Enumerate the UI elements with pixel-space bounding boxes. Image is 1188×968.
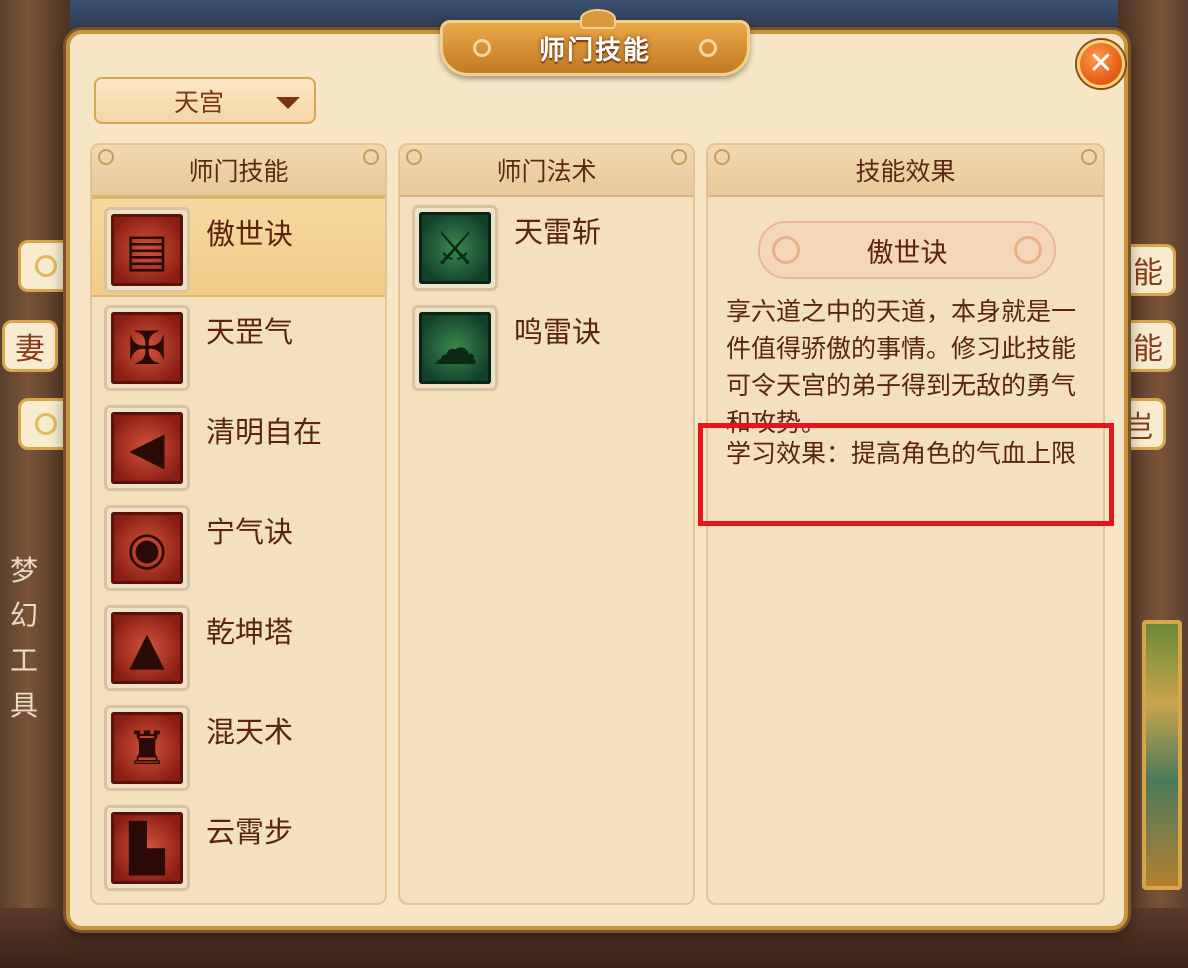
effect-skill-title: 傲世诀 bbox=[758, 221, 1056, 279]
highlight-annotation-box bbox=[698, 423, 1114, 526]
swirl-icon bbox=[98, 149, 114, 165]
skill-name: 傲世诀 bbox=[206, 217, 294, 251]
side-tab-left-2[interactable]: 妻 bbox=[2, 320, 58, 372]
skill-row-qiankunta[interactable]: ▲ 乾坤塔 bbox=[92, 597, 385, 697]
skill-row-aoshijue[interactable]: ▤ 傲世诀 bbox=[92, 197, 385, 297]
swirl-icon bbox=[363, 149, 379, 165]
swirl-icon bbox=[473, 39, 491, 57]
faction-dropdown-value: 天宫 bbox=[174, 87, 225, 117]
skill-name: 宁气诀 bbox=[206, 515, 294, 549]
effect-description: 享六道之中的天道，本身就是一件值得骄傲的事情。修习此技能可令天宫的弟子得到无敌的… bbox=[726, 297, 1077, 437]
cloud-lightning-icon: ☁ bbox=[412, 305, 498, 391]
skill-name: 清明自在 bbox=[206, 415, 323, 449]
swirl-icon bbox=[35, 255, 57, 277]
title-plate: 师门技能 bbox=[440, 9, 750, 76]
swirl-icon bbox=[699, 39, 717, 57]
swirl-icon bbox=[714, 149, 730, 165]
tower-icon: ♜ bbox=[104, 705, 190, 791]
swirl-icon bbox=[406, 149, 422, 165]
chevron-down-icon bbox=[276, 97, 300, 109]
spell-name: 鸣雷诀 bbox=[514, 315, 602, 349]
watermark-text: 梦幻工具 bbox=[9, 554, 38, 722]
scroll-gate-icon: ▤ bbox=[104, 207, 190, 293]
spell-row-tianleizhan[interactable]: ⚔ 天雷斩 bbox=[400, 197, 693, 297]
warrior-icon: ✠ bbox=[104, 305, 190, 391]
skill-name: 混天术 bbox=[206, 715, 294, 749]
effect-column-header: 技能效果 bbox=[708, 145, 1103, 197]
pagoda-icon: ▲ bbox=[104, 605, 190, 691]
swirl-icon bbox=[1081, 149, 1097, 165]
skills-column-header: 师门技能 bbox=[92, 145, 385, 197]
swirl-icon bbox=[671, 149, 687, 165]
skill-row-huntianshu[interactable]: ♜ 混天术 bbox=[92, 697, 385, 797]
spell-row-mingleijue[interactable]: ☁ 鸣雷诀 bbox=[400, 297, 693, 397]
side-tab-right-1[interactable]: 能 bbox=[1120, 244, 1176, 296]
spell-name: 天雷斩 bbox=[514, 215, 602, 249]
skill-name: 云霄步 bbox=[206, 815, 294, 849]
faction-dropdown[interactable]: 天宫 bbox=[94, 77, 316, 124]
horn-icon: ◀ bbox=[104, 405, 190, 491]
swirl-icon bbox=[35, 413, 57, 435]
side-tab-right-2[interactable]: 能 bbox=[1120, 320, 1176, 372]
cloud-ornament-icon bbox=[772, 236, 800, 264]
close-icon: ✕ bbox=[1088, 46, 1114, 81]
cloud-ornament-icon bbox=[1014, 236, 1042, 264]
background-painting bbox=[1142, 620, 1182, 890]
background-pillar-left bbox=[0, 0, 70, 968]
close-button[interactable]: ✕ bbox=[1077, 40, 1125, 88]
window-title: 师门技能 bbox=[538, 35, 651, 66]
orb-icon: ◉ bbox=[104, 505, 190, 591]
spells-column: 师门法术 ⚔ 天雷斩 ☁ 鸣雷诀 bbox=[398, 143, 695, 905]
skill-row-ningqijue[interactable]: ◉ 宁气诀 bbox=[92, 497, 385, 597]
spells-column-header: 师门法术 bbox=[400, 145, 693, 197]
skill-name: 天罡气 bbox=[206, 315, 294, 349]
boot-icon: ▙ bbox=[104, 805, 190, 891]
title-ornament-icon bbox=[580, 9, 616, 29]
skills-column: 师门技能 ▤ 傲世诀 ✠ 天罡气 ◀ 清明自在 ◉ 宁气诀 ▲ 乾坤塔 ♜ 混天… bbox=[90, 143, 387, 905]
skill-row-qingmingzizai[interactable]: ◀ 清明自在 bbox=[92, 397, 385, 497]
skill-row-yunxiaobu[interactable]: ▙ 云霄步 bbox=[92, 797, 385, 897]
skill-name: 乾坤塔 bbox=[206, 615, 294, 649]
skill-row-tiangangqi[interactable]: ✠ 天罡气 bbox=[92, 297, 385, 397]
thunder-sword-icon: ⚔ bbox=[412, 205, 498, 291]
